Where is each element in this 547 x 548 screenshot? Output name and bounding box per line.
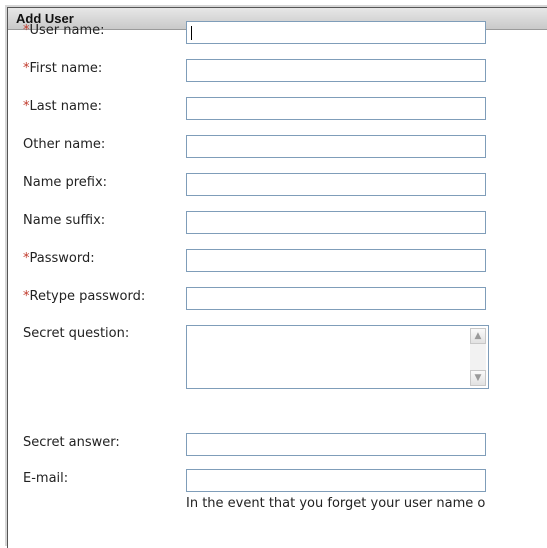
other-name-input[interactable]: [186, 135, 486, 158]
last-name-input[interactable]: [186, 97, 486, 120]
name-prefix-input[interactable]: [186, 173, 486, 196]
chevron-up-icon[interactable]: ▲: [470, 328, 486, 344]
first-name-input[interactable]: [186, 59, 486, 82]
user-name-input[interactable]: [186, 21, 486, 44]
secret-question-label: Secret question:: [23, 326, 130, 341]
first-name-label: *First name:: [23, 61, 103, 76]
secret-answer-label: Secret answer:: [23, 435, 120, 450]
text-cursor: [191, 26, 192, 40]
add-user-form: Add User *User name: *First name: *Last …: [7, 7, 547, 548]
email-input[interactable]: [186, 469, 486, 492]
retype-password-label: *Retype password:: [23, 289, 146, 304]
name-prefix-label: Name prefix:: [23, 175, 108, 190]
textarea-scrollbar[interactable]: ▲ ▼: [470, 328, 486, 386]
email-label: E-mail:: [23, 471, 69, 486]
last-name-label: *Last name:: [23, 99, 102, 114]
secret-question-textarea[interactable]: ▲ ▼: [186, 325, 489, 389]
password-label: *Password:: [23, 251, 95, 266]
retype-password-input[interactable]: [186, 287, 486, 310]
secret-answer-input[interactable]: [186, 433, 486, 456]
user-name-label: *User name:: [23, 23, 105, 38]
name-suffix-label: Name suffix:: [23, 213, 106, 228]
other-name-label: Other name:: [23, 137, 106, 152]
name-suffix-input[interactable]: [186, 211, 486, 234]
email-help-text: In the event that you forget your user n…: [186, 496, 486, 511]
password-input[interactable]: [186, 249, 486, 272]
chevron-down-icon[interactable]: ▼: [470, 370, 486, 386]
